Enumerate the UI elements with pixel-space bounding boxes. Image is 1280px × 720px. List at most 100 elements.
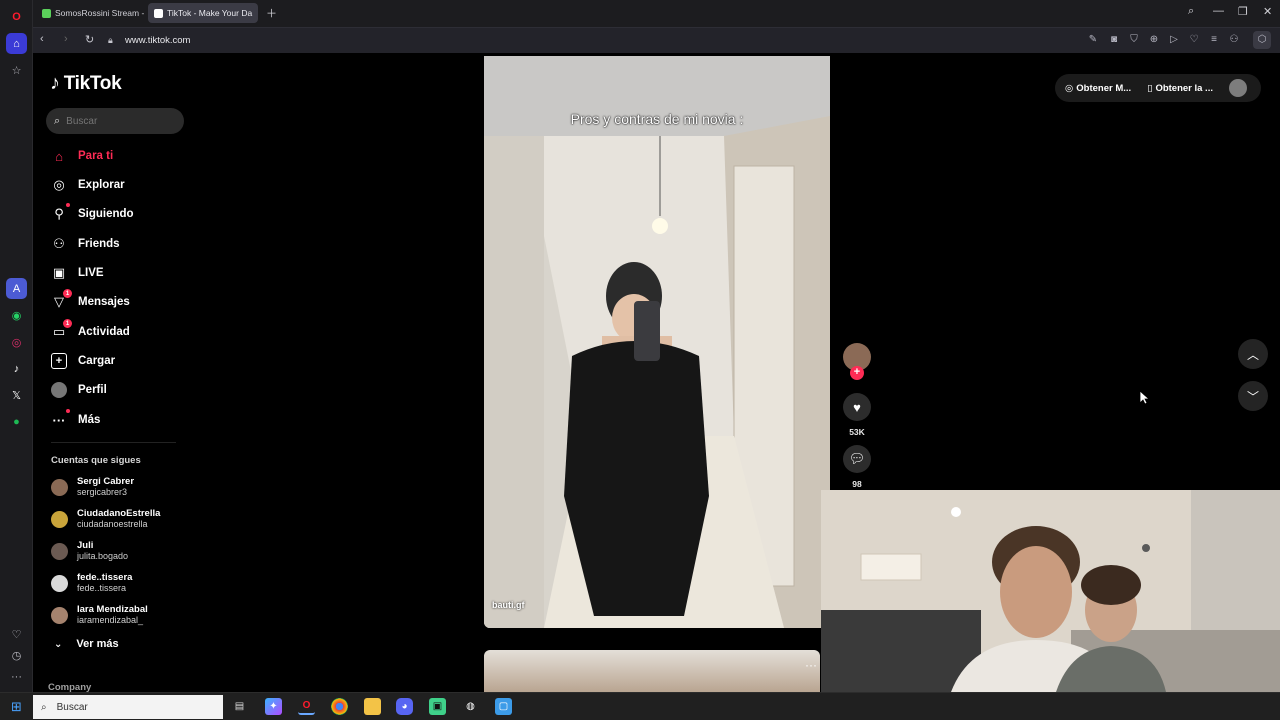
nav-siguiendo[interactable]: ⚲ Siguiendo: [51, 203, 134, 225]
like-button[interactable]: ♥: [843, 393, 871, 421]
comment-icon: 💬︎: [848, 451, 866, 466]
nav-label: LIVE: [78, 267, 104, 279]
aria-rail-icon[interactable]: A: [6, 278, 27, 299]
tab-somosrossini[interactable]: SomosRossini Stream - W: [36, 3, 146, 23]
following-account[interactable]: CiudadanoEstrella ciudadanoestrella: [51, 505, 160, 533]
next-video-preview[interactable]: [484, 650, 820, 692]
following-account[interactable]: Iara Mendizabal iaramendizabal_: [51, 601, 148, 629]
following-account[interactable]: fede..tissera fede..tissera: [51, 569, 132, 597]
nav-mensajes[interactable]: ▽ 1 Mensajes: [51, 289, 130, 313]
chrome-icon[interactable]: [331, 698, 348, 715]
comment-button[interactable]: 💬︎: [843, 445, 871, 473]
tab-tiktok[interactable]: TikTok - Make Your Da: [148, 3, 258, 23]
more-rail-icon[interactable]: ···: [6, 666, 27, 687]
following-section-title: Cuentas que sigues: [51, 455, 141, 466]
app-icon[interactable]: ▣: [429, 698, 446, 715]
play-icon[interactable]: ▷: [1168, 34, 1180, 46]
history-rail-icon[interactable]: ◷: [6, 645, 27, 666]
notification-dot: [66, 409, 70, 413]
avatar: [51, 510, 68, 528]
heart-rail-icon[interactable]: ♡: [6, 624, 27, 645]
tiktok-favicon-icon: [154, 8, 163, 18]
nav-label: Friends: [78, 238, 120, 250]
app2-icon[interactable]: ▢: [495, 698, 512, 715]
get-coins-button[interactable]: ◎ Obtener M...: [1065, 83, 1131, 94]
discord-icon[interactable]: ◕: [396, 698, 413, 715]
restore-icon[interactable]: ❐: [1238, 5, 1248, 18]
tiktok-logo[interactable]: ♪ TikTok: [50, 72, 122, 95]
nav-mas[interactable]: ··· Más: [51, 409, 100, 431]
tab-title: SomosRossini Stream - W: [55, 8, 146, 18]
video-player[interactable]: Pros y contras de mi novia : bauti.gf: [484, 56, 830, 628]
copilot-icon[interactable]: ✦: [265, 698, 282, 715]
nav-explorar[interactable]: ◎ Explorar: [51, 174, 124, 196]
twitch-favicon-icon: [42, 8, 51, 18]
nav-live[interactable]: ▣ LIVE: [51, 262, 104, 284]
messages-badge: 1: [63, 289, 72, 298]
more-options-icon[interactable]: ···: [805, 658, 817, 672]
heart-icon: ♥: [853, 399, 861, 415]
close-icon[interactable]: ✕: [1263, 5, 1272, 18]
search-icon: ⌕: [41, 701, 47, 713]
windows-start-icon[interactable]: ⊞: [8, 698, 25, 715]
forward-icon[interactable]: ›: [64, 33, 68, 45]
nav-label: Perfil: [78, 384, 107, 396]
nav-perfil[interactable]: Perfil: [51, 379, 107, 401]
extensions-icon[interactable]: ⬡: [1253, 31, 1271, 49]
video-frame-illustration: [484, 116, 830, 628]
heart-icon[interactable]: ♡: [1188, 34, 1200, 46]
follow-plus-icon[interactable]: +: [850, 366, 864, 380]
new-tab-icon[interactable]: ＋: [266, 5, 277, 21]
mouse-cursor-icon: [1140, 391, 1150, 405]
edit-icon[interactable]: ✎: [1087, 34, 1099, 46]
bookmarks-rail-icon[interactable]: ☆: [6, 60, 27, 81]
get-app-button[interactable]: ▯ Obtener la ...: [1147, 83, 1213, 94]
nav-label: Para ti: [78, 150, 114, 162]
get-app-label: Obtener la ...: [1155, 82, 1213, 94]
following-account[interactable]: Juli julita.bogado: [51, 537, 128, 565]
opera-logo-icon[interactable]: O: [6, 6, 27, 27]
profile-icon: [51, 382, 67, 398]
tiktok-rail-icon[interactable]: ♪: [6, 358, 27, 379]
search-input[interactable]: [66, 115, 167, 127]
account-icon[interactable]: ⚇: [1228, 34, 1240, 46]
friends-icon: ⚇: [53, 236, 65, 251]
video-caption: Pros y contras de mi novia :: [570, 111, 744, 127]
lock-icon: 🔒︎: [108, 35, 113, 45]
nav-friends[interactable]: ⚇ Friends: [51, 233, 120, 255]
account-name: Iara Mendizabal: [77, 604, 148, 615]
following-account[interactable]: Sergi Cabrer sergicabrer3: [51, 473, 134, 501]
back-icon[interactable]: ‹: [40, 33, 44, 45]
user-avatar[interactable]: [1228, 79, 1247, 97]
see-more-label: Ver más: [76, 638, 119, 650]
spotify-rail-icon[interactable]: ●: [6, 411, 27, 432]
minimize-icon[interactable]: —: [1213, 5, 1224, 17]
search-tabs-icon[interactable]: ⌕: [1188, 5, 1194, 18]
menu-icon[interactable]: ≡: [1208, 34, 1220, 46]
taskbar-search[interactable]: ⌕ Buscar: [33, 695, 223, 719]
obs-icon[interactable]: ◍: [462, 698, 479, 715]
file-explorer-icon[interactable]: [364, 698, 381, 715]
nav-actividad[interactable]: ▭ 1 Actividad: [51, 319, 130, 343]
previous-video-button[interactable]: ︿: [1238, 339, 1268, 369]
nav-cargar[interactable]: + Cargar: [51, 350, 115, 372]
whatsapp-rail-icon[interactable]: ◉: [6, 305, 27, 326]
camera-icon[interactable]: ◙: [1108, 34, 1120, 46]
video-author[interactable]: bauti.gf: [492, 600, 525, 610]
nav-para-ti[interactable]: ⌂ Para ti: [51, 145, 113, 167]
nav-label: Cargar: [78, 355, 116, 367]
nav-label: Más: [78, 414, 101, 426]
phone-icon: ▯: [1147, 82, 1153, 94]
x-rail-icon[interactable]: 𝕏: [6, 385, 27, 406]
url-field[interactable]: www.tiktok.com: [125, 35, 190, 46]
task-view-icon[interactable]: ▤: [231, 698, 248, 715]
see-more-button[interactable]: ⌄ Ver más: [54, 638, 119, 650]
reload-icon[interactable]: ↻: [85, 33, 94, 46]
shield-icon[interactable]: ⛉: [1128, 34, 1140, 46]
opera-taskbar-icon[interactable]: O: [298, 698, 315, 715]
home-rail-icon[interactable]: ⌂: [6, 33, 27, 54]
instagram-rail-icon[interactable]: ◎: [6, 332, 27, 353]
vpn-icon[interactable]: ⊕: [1148, 34, 1160, 46]
next-video-button[interactable]: ﹀: [1238, 381, 1268, 411]
search-box[interactable]: ⌕: [46, 108, 184, 134]
